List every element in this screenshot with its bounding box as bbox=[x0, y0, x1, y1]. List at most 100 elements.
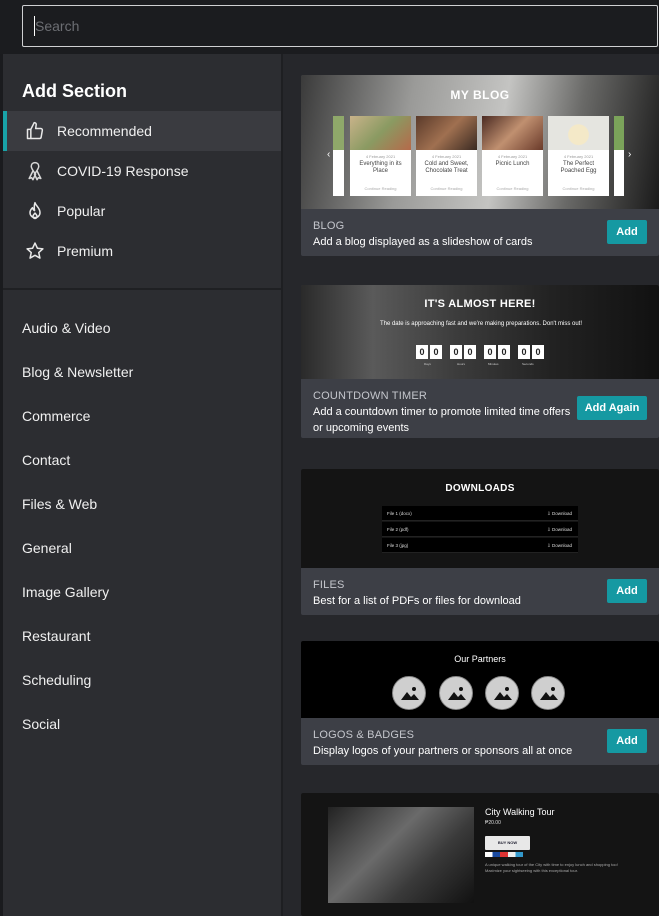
section-card-product[interactable]: City Walking Tour ₱20.00 BUY NOW A uniqu… bbox=[301, 793, 659, 916]
blog-card: 4 February 2021 Everything in its Place … bbox=[350, 116, 411, 196]
download-label: Download bbox=[551, 511, 572, 516]
section-card-blog[interactable]: MY BLOG 4 February 2021 Everything in it… bbox=[301, 75, 659, 256]
card-type: FILES bbox=[313, 579, 345, 591]
text-caret bbox=[34, 16, 35, 36]
countdown-digit: 0 bbox=[532, 345, 544, 359]
preview-title: Our Partners bbox=[454, 654, 506, 664]
search-field[interactable] bbox=[22, 5, 658, 47]
product-description: A unique walking tour of the City with t… bbox=[485, 862, 618, 873]
card-description: Display logos of your partners or sponso… bbox=[313, 745, 573, 757]
card-type: BLOG bbox=[313, 220, 345, 232]
download-row: File 2 (pdf) ⇩ Download bbox=[382, 522, 578, 537]
payment-cards-icon bbox=[485, 852, 523, 857]
card-type: LOGOS & BADGES bbox=[313, 729, 415, 741]
category-audio-video[interactable]: Audio & Video bbox=[22, 320, 110, 336]
download-link: ⇩ Download bbox=[546, 527, 572, 532]
buy-now-button: BUY NOW bbox=[485, 836, 530, 850]
blog-preview: MY BLOG 4 February 2021 Everything in it… bbox=[301, 75, 659, 209]
card-info: BLOG Add a blog displayed as a slideshow… bbox=[301, 209, 659, 256]
post-title: Cold and Sweet, Chocolate Treat bbox=[424, 161, 469, 174]
countdown-unit: Seconds bbox=[522, 362, 534, 366]
sidebar-item-label: Recommended bbox=[57, 123, 152, 139]
sidebar-item-premium[interactable]: Premium bbox=[3, 231, 281, 271]
section-card-logos[interactable]: Our Partners LOGOS & BADGES Display logo… bbox=[301, 641, 659, 765]
card-info: FILES Best for a list of PDFs or files f… bbox=[301, 568, 659, 615]
chevron-left-icon[interactable]: ‹ bbox=[327, 149, 330, 160]
countdown-digit: 0 bbox=[464, 345, 476, 359]
product-image bbox=[328, 807, 474, 903]
search-input[interactable] bbox=[23, 6, 657, 46]
card-info: LOGOS & BADGES Display logos of your par… bbox=[301, 718, 659, 765]
category-scheduling[interactable]: Scheduling bbox=[22, 672, 91, 688]
countdown-unit: Hours bbox=[457, 362, 466, 366]
card-info: COUNTDOWN TIMER Add a countdown timer to… bbox=[301, 379, 659, 438]
add-files-button[interactable]: Add bbox=[607, 579, 647, 603]
preview-subtitle: The date is approaching fast and we're m… bbox=[379, 321, 583, 327]
post-date: 4 February 2021 bbox=[563, 154, 594, 159]
sidebar-item-label: Premium bbox=[57, 243, 114, 259]
post-more: Continue Reading bbox=[430, 186, 463, 191]
countdown-digit: 0 bbox=[498, 345, 510, 359]
countdown-digit: 0 bbox=[484, 345, 496, 359]
logos-preview: Our Partners bbox=[301, 641, 659, 718]
flame-icon bbox=[23, 199, 47, 223]
category-image-gallery[interactable]: Image Gallery bbox=[22, 584, 109, 600]
download-row: File 1 (docx) ⇩ Download bbox=[382, 506, 578, 521]
product-title: City Walking Tour bbox=[485, 807, 555, 817]
countdown-digit: 0 bbox=[450, 345, 462, 359]
file-name: File 1 (docx) bbox=[387, 511, 412, 516]
sidebar-divider bbox=[3, 288, 281, 290]
category-files-web[interactable]: Files & Web bbox=[22, 496, 97, 512]
post-title: The Perfect Poached Egg bbox=[560, 161, 597, 174]
download-link: ⇩ Download bbox=[546, 543, 572, 548]
image-placeholder-icon bbox=[439, 676, 473, 710]
sidebar-title: Add Section bbox=[22, 81, 128, 101]
post-date: 4 February 2021 bbox=[431, 154, 462, 159]
countdown-digit: 0 bbox=[416, 345, 428, 359]
countdown-unit: Minutes bbox=[488, 362, 499, 366]
file-name: File 3 (jpg) bbox=[387, 543, 409, 548]
section-card-countdown[interactable]: IT'S ALMOST HERE! The date is approachin… bbox=[301, 285, 659, 438]
blog-card: 4 February 2021 Picnic Lunch Continue Re… bbox=[482, 116, 543, 196]
preview-background bbox=[301, 641, 659, 718]
post-date: 4 February 2021 bbox=[497, 154, 528, 159]
chevron-right-icon[interactable]: › bbox=[628, 149, 631, 160]
image-placeholder-icon bbox=[531, 676, 565, 710]
section-gallery: MY BLOG 4 February 2021 Everything in it… bbox=[281, 54, 659, 916]
image-placeholder-icon bbox=[392, 676, 426, 710]
sidebar-item-label: Popular bbox=[57, 203, 106, 219]
add-again-countdown-button[interactable]: Add Again bbox=[577, 396, 647, 420]
countdown-preview: IT'S ALMOST HERE! The date is approachin… bbox=[301, 285, 659, 379]
download-row: File 3 (jpg) ⇩ Download bbox=[382, 538, 578, 553]
post-title: Picnic Lunch bbox=[495, 161, 530, 167]
top-bar bbox=[0, 0, 659, 54]
blog-card-partial bbox=[333, 116, 344, 196]
sidebar-item-popular[interactable]: Popular bbox=[3, 191, 281, 231]
add-logos-button[interactable]: Add bbox=[607, 729, 647, 753]
add-blog-button[interactable]: Add bbox=[607, 220, 647, 244]
sidebar-item-recommended[interactable]: Recommended bbox=[3, 111, 281, 151]
post-more: Continue Reading bbox=[562, 186, 595, 191]
sidebar: Add Section Recommended COVID-19 Respons… bbox=[0, 54, 281, 916]
category-commerce[interactable]: Commerce bbox=[22, 408, 90, 424]
card-description: Add a blog displayed as a slideshow of c… bbox=[313, 236, 533, 248]
preview-title: DOWNLOADS bbox=[445, 483, 515, 494]
post-title: Everything in its Place bbox=[359, 161, 402, 174]
awareness-ribbon-icon bbox=[23, 159, 47, 183]
category-restaurant[interactable]: Restaurant bbox=[22, 628, 90, 644]
category-general[interactable]: General bbox=[22, 540, 72, 556]
download-label: Download bbox=[551, 527, 572, 532]
post-more: Continue Reading bbox=[496, 186, 529, 191]
star-icon bbox=[23, 239, 47, 263]
countdown-digit: 0 bbox=[518, 345, 530, 359]
section-card-files[interactable]: DOWNLOADS File 1 (docx) ⇩ Download File 2… bbox=[301, 469, 659, 615]
category-contact[interactable]: Contact bbox=[22, 452, 70, 468]
category-social[interactable]: Social bbox=[22, 716, 60, 732]
preview-title: MY BLOG bbox=[450, 88, 510, 102]
countdown-unit: Days bbox=[424, 362, 431, 366]
blog-card-partial bbox=[614, 116, 624, 196]
sidebar-item-label: COVID-19 Response bbox=[57, 163, 189, 179]
download-label: Download bbox=[551, 543, 572, 548]
sidebar-item-covid[interactable]: COVID-19 Response bbox=[3, 151, 281, 191]
category-blog-newsletter[interactable]: Blog & Newsletter bbox=[22, 364, 133, 380]
